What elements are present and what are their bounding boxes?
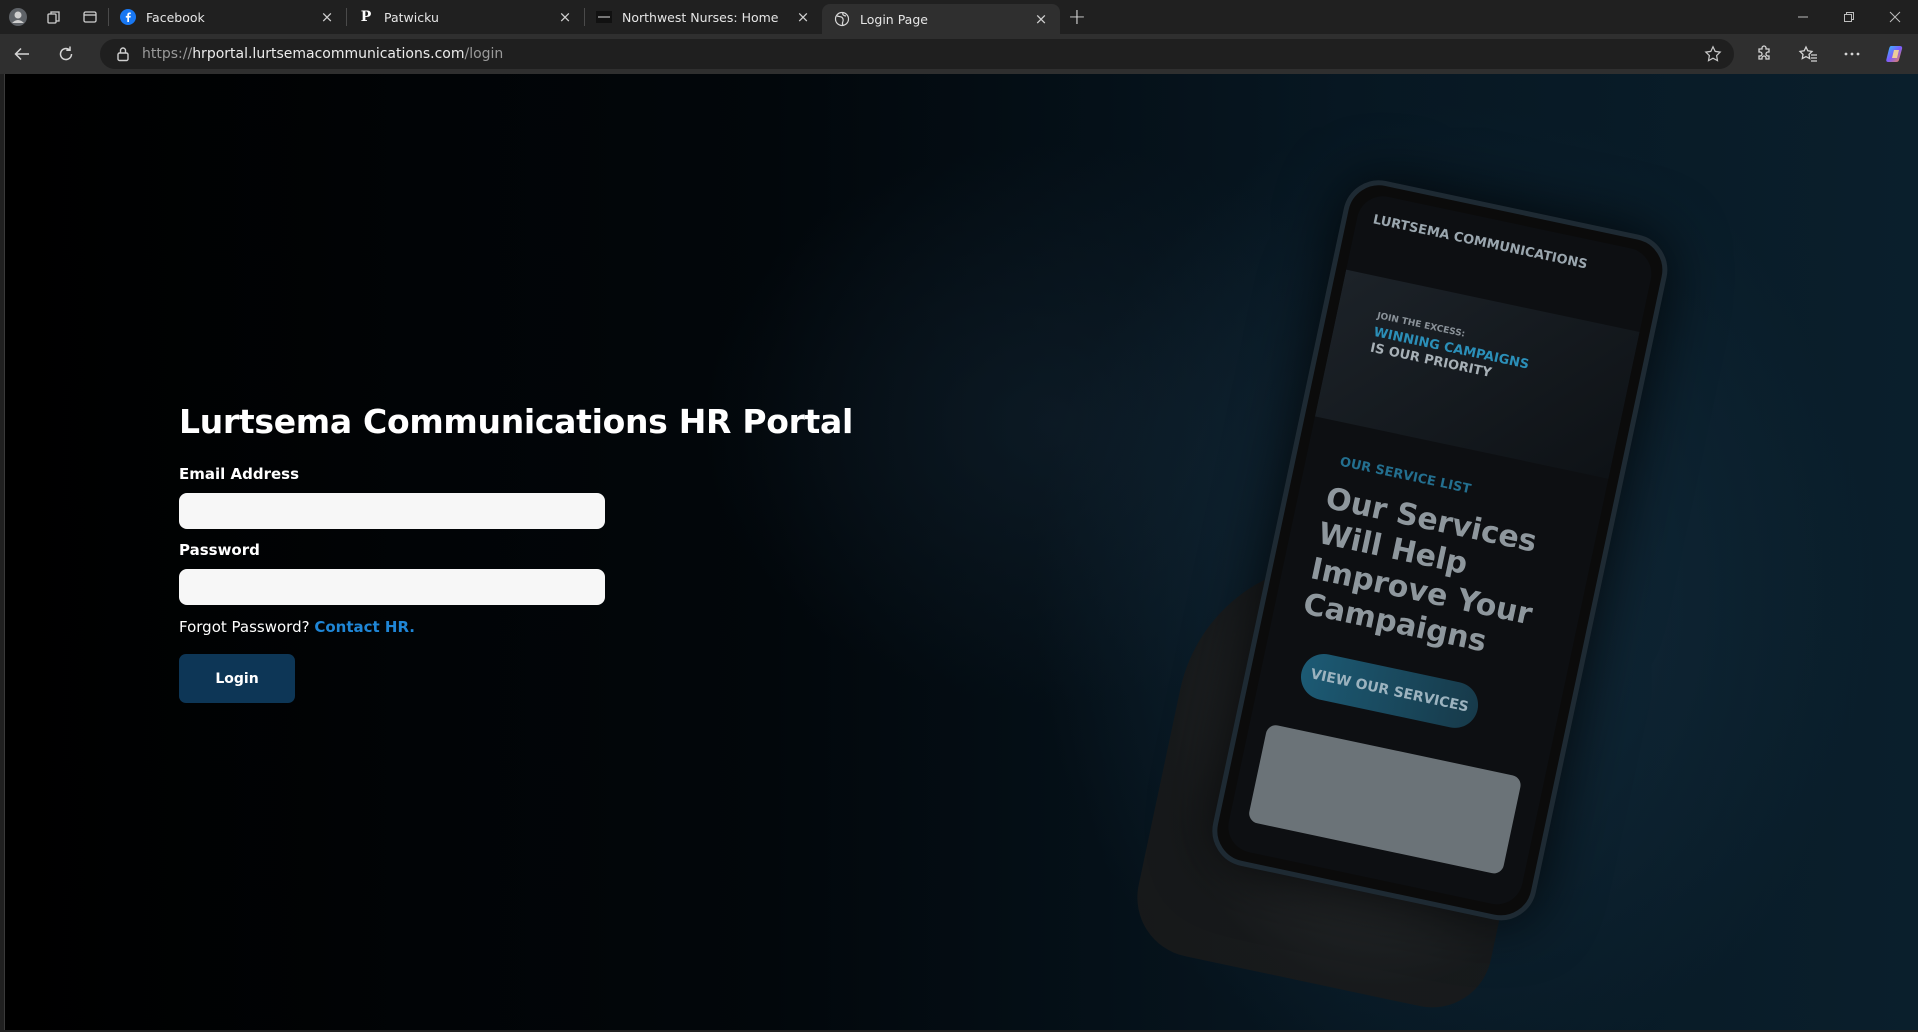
nwn-icon xyxy=(596,9,612,25)
window-controls xyxy=(1780,0,1918,34)
address-bar[interactable]: https://hrportal.lurtsemacommunications.… xyxy=(100,39,1734,69)
forgot-password-text: Forgot Password? xyxy=(179,618,310,636)
password-label: Password xyxy=(179,541,260,559)
email-field[interactable] xyxy=(179,493,605,529)
tab-actions-icon[interactable] xyxy=(72,0,108,34)
copilot-icon[interactable] xyxy=(1874,34,1918,74)
tab-patwicku[interactable]: P Patwicku × xyxy=(346,0,584,34)
tab-facebook[interactable]: Facebook × xyxy=(108,0,346,34)
url-scheme: https:// xyxy=(142,46,193,62)
refresh-icon[interactable] xyxy=(44,34,88,74)
tab-separator xyxy=(584,8,585,26)
profile-avatar-icon[interactable] xyxy=(0,0,36,34)
toolbar-right xyxy=(1742,34,1918,74)
more-options-icon[interactable] xyxy=(1830,34,1874,74)
close-tab-icon[interactable]: × xyxy=(318,8,336,26)
phone-card xyxy=(1247,723,1523,876)
lock-icon[interactable] xyxy=(116,46,130,62)
url-text: https://hrportal.lurtsemacommunications.… xyxy=(142,46,503,62)
close-window-icon[interactable] xyxy=(1872,0,1918,34)
url-host: hrportal.lurtsemacommunications.com xyxy=(192,46,465,62)
tab-separator xyxy=(346,8,347,26)
tab-strip: Facebook × P Patwicku × Northwest Nurses… xyxy=(0,0,1918,34)
globe-icon xyxy=(834,11,850,27)
facebook-icon xyxy=(120,9,136,25)
restore-icon[interactable] xyxy=(1826,0,1872,34)
password-field[interactable] xyxy=(179,569,605,605)
login-form: Lurtsema Communications HR Portal Email … xyxy=(179,399,959,703)
new-tab-button[interactable]: + xyxy=(1060,0,1094,34)
favorite-star-icon[interactable] xyxy=(1704,45,1722,63)
close-tab-icon[interactable]: × xyxy=(794,8,812,26)
tab-title: Login Page xyxy=(860,11,928,27)
tab-title: Northwest Nurses: Home xyxy=(622,9,779,25)
close-tab-icon[interactable]: × xyxy=(1032,10,1050,28)
tab-title: Facebook xyxy=(146,9,205,25)
close-tab-icon[interactable]: × xyxy=(556,8,574,26)
contact-hr-link[interactable]: Contact HR. xyxy=(314,618,415,636)
favorites-icon[interactable] xyxy=(1786,34,1830,74)
minimize-icon[interactable] xyxy=(1780,0,1826,34)
email-label: Email Address xyxy=(179,465,300,483)
phone-headline: Our Services Will Help Improve Your Camp… xyxy=(1300,480,1540,660)
back-arrow-icon[interactable] xyxy=(0,34,44,74)
p-letter-icon: P xyxy=(360,9,372,25)
forgot-password-row: Forgot Password? Contact HR. xyxy=(179,618,959,636)
workspaces-icon[interactable] xyxy=(36,0,72,34)
phone-cta: VIEW OUR SERVICES xyxy=(1296,649,1483,733)
extensions-icon[interactable] xyxy=(1742,34,1786,74)
tab-title: Patwicku xyxy=(384,9,439,25)
page-viewport: LURTSEMA COMMUNICATIONS JOIN THE EXCESS:… xyxy=(4,74,1918,1030)
url-path: /login xyxy=(464,46,504,62)
tab-northwest-nurses[interactable]: Northwest Nurses: Home × xyxy=(584,0,822,34)
tab-separator xyxy=(108,8,109,26)
tab-login-page[interactable]: Login Page × xyxy=(822,4,1060,34)
login-button[interactable]: Login xyxy=(179,654,295,703)
page-title: Lurtsema Communications HR Portal xyxy=(179,402,854,441)
phone-screen: LURTSEMA COMMUNICATIONS JOIN THE EXCESS:… xyxy=(1223,191,1657,910)
browser-toolbar: https://hrportal.lurtsemacommunications.… xyxy=(0,34,1918,74)
